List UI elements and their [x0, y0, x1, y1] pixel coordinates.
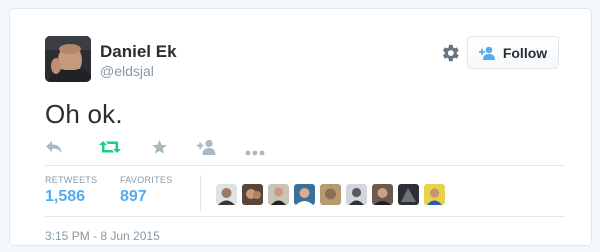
tweet-stats: RETWEETS 1,586 FAVORITES 897	[45, 175, 565, 211]
reply-icon[interactable]	[45, 139, 63, 160]
author-avatar[interactable]	[45, 36, 91, 82]
retweets-stat[interactable]: RETWEETS 1,586	[45, 175, 97, 206]
avatar[interactable]	[398, 184, 419, 205]
tweet-header: Daniel Ek @eldsjal Follow	[45, 36, 565, 86]
avatar[interactable]	[372, 184, 393, 205]
avatar[interactable]	[242, 184, 263, 205]
gear-icon[interactable]	[439, 42, 461, 64]
author-handle[interactable]: @eldsjal	[100, 63, 154, 79]
favorites-stat[interactable]: FAVORITES 897	[120, 175, 173, 206]
favorites-count: 897	[120, 188, 147, 205]
avatar[interactable]	[424, 184, 445, 205]
retweets-label: RETWEETS	[45, 175, 98, 185]
avatar[interactable]	[216, 184, 237, 205]
follow-person-icon	[478, 46, 497, 60]
tweet-card: Daniel Ek @eldsjal Follow Oh ok. RETWEET…	[9, 8, 592, 246]
more-icon[interactable]	[245, 143, 265, 161]
tweet-timestamp[interactable]: 3:15 PM - 8 Jun 2015	[45, 229, 160, 243]
tweet-text: Oh ok.	[45, 99, 123, 129]
stats-top-divider	[45, 165, 565, 166]
author-name[interactable]: Daniel Ek	[100, 42, 177, 62]
avatar[interactable]	[320, 184, 341, 205]
follow-label: Follow	[502, 44, 548, 61]
retweets-count: 1,586	[45, 188, 86, 205]
favorites-label: FAVORITES	[120, 175, 173, 185]
avatar[interactable]	[346, 184, 367, 205]
follow-icon[interactable]	[197, 139, 217, 160]
stats-bottom-divider	[45, 216, 565, 217]
favorite-icon[interactable]	[151, 139, 168, 160]
tweet-actions	[45, 139, 285, 159]
stats-separator	[200, 175, 201, 211]
avatar[interactable]	[294, 184, 315, 205]
retweet-icon[interactable]	[99, 139, 121, 160]
follow-button[interactable]: Follow	[467, 36, 559, 69]
avatar[interactable]	[268, 184, 289, 205]
